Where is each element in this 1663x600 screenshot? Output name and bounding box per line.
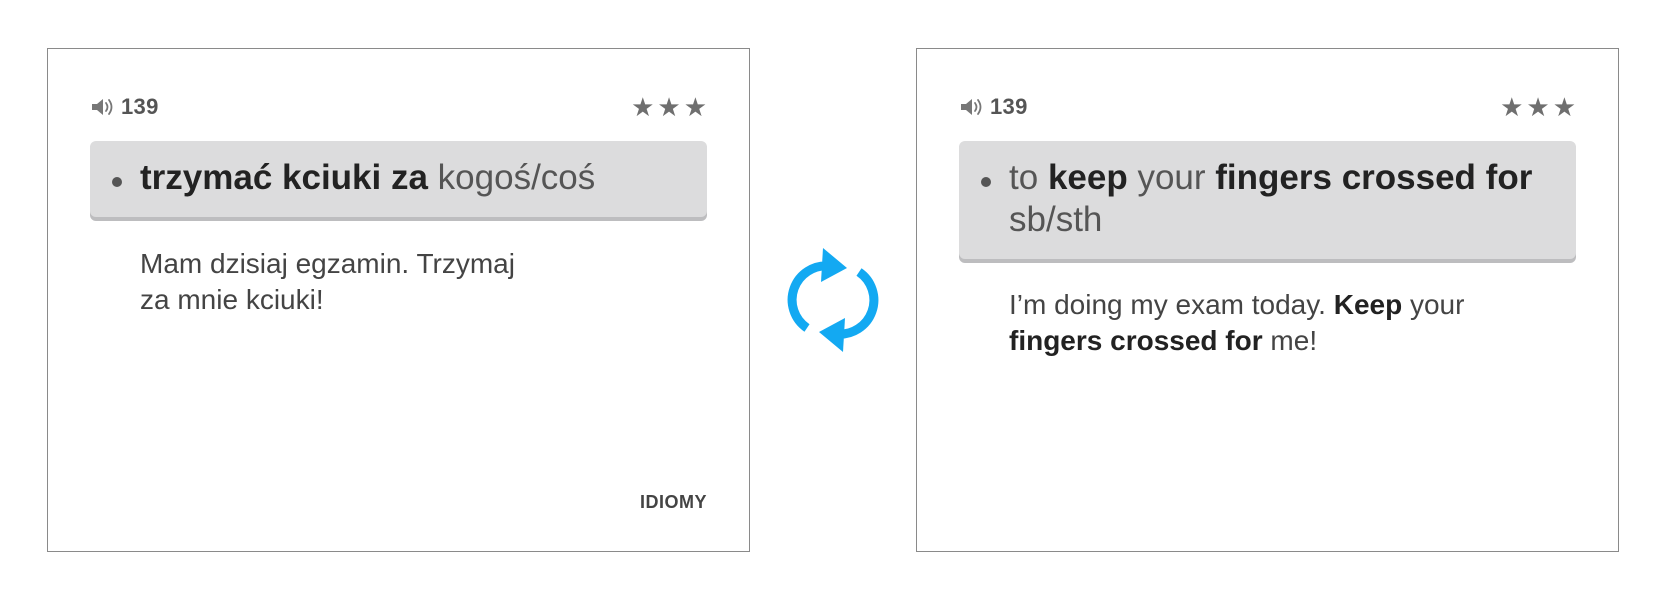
term-light: kogoś/coś (437, 158, 596, 197)
audio-number: 139 (990, 94, 1028, 119)
star-icon: ★ (1500, 92, 1524, 122)
example-text: me! (1270, 325, 1318, 356)
example-bold: fingers crossed for (1009, 325, 1263, 356)
star-rating: ★ ★ ★ (631, 91, 707, 123)
category-label: IDIOMY (639, 492, 707, 512)
star-icon: ★ (1526, 92, 1550, 122)
term-light: to (1009, 158, 1039, 197)
example-line: za mnie kciuki! (140, 284, 324, 315)
example-sentence: I’m doing my exam today. Keep your finge… (1009, 287, 1529, 359)
star-icon: ★ (657, 92, 681, 122)
term-light: your (1137, 158, 1206, 197)
refresh-icon (785, 242, 881, 358)
speaker-icon (90, 96, 118, 118)
card-header: 139 ★ ★ ★ (959, 91, 1576, 123)
audio-number: 139 (121, 94, 159, 119)
flashcard-stage: 139 ★ ★ ★ trzymać kciuki za kogoś/coś Ma… (0, 0, 1663, 600)
bullet-icon (981, 177, 991, 187)
flashcard-back[interactable]: 139 ★ ★ ★ to keep your fingers crossed f… (916, 48, 1619, 552)
audio-button[interactable]: 139 (959, 91, 1028, 123)
term-box: to keep your fingers crossed for sb/sth (959, 141, 1576, 259)
card-header: 139 ★ ★ ★ (90, 91, 707, 123)
flashcard-front[interactable]: 139 ★ ★ ★ trzymać kciuki za kogoś/coś Ma… (47, 48, 750, 552)
example-text: I’m doing my exam today. (1009, 289, 1326, 320)
example-bold: Keep (1333, 289, 1403, 320)
audio-button[interactable]: 139 (90, 91, 159, 123)
star-rating: ★ ★ ★ (1500, 91, 1576, 123)
term-box: trzymać kciuki za kogoś/coś (90, 141, 707, 217)
bullet-icon (112, 177, 122, 187)
example-text: your (1409, 289, 1465, 320)
speaker-icon (959, 96, 987, 118)
example-sentence: Mam dzisiaj egzamin. Trzymaj za mnie kci… (140, 246, 560, 318)
term-bold: for (1485, 158, 1533, 197)
flip-card-button[interactable] (785, 242, 881, 358)
star-icon: ★ (631, 92, 655, 122)
term-bold: fingers crossed (1215, 158, 1476, 197)
term-light: sb/sth (1009, 200, 1103, 239)
example-line: Mam dzisiaj egzamin. Trzymaj (140, 248, 515, 279)
star-icon: ★ (1552, 92, 1576, 122)
term-bold: trzymać kciuki za (140, 158, 428, 197)
star-icon: ★ (683, 92, 707, 122)
term-bold: keep (1047, 158, 1128, 197)
